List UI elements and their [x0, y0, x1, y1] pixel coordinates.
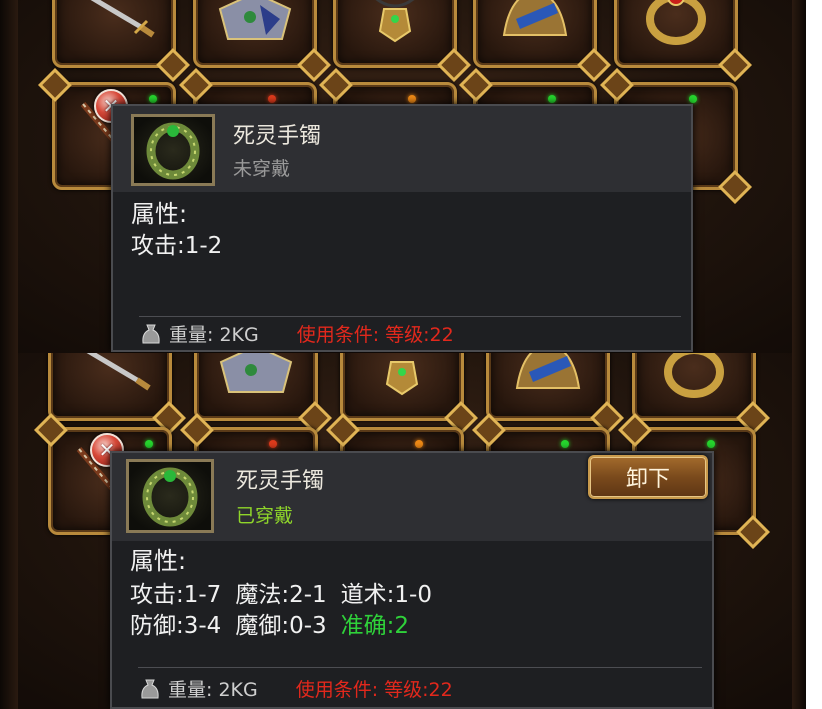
attributes-heading: 属性: [131, 200, 188, 228]
ring-icon [664, 353, 724, 398]
attribute-value: 魔法:2-1 [235, 582, 327, 608]
ring-icon [646, 0, 706, 45]
attribute-value: 魔御:0-3 [235, 613, 327, 639]
weight-bag-icon [142, 324, 160, 343]
armor-icon [219, 353, 293, 393]
equip-slot-weapon[interactable] [48, 353, 172, 421]
attribute-value: 攻击:1-2 [131, 233, 223, 259]
tooltip-divider [138, 667, 702, 668]
attribute-row: 防御:3-4 魔御:0-3 准确:2 [130, 606, 423, 640]
slot-status-dot [707, 440, 715, 448]
attribute-row: 攻击:1-2 [131, 226, 236, 260]
slot-status-dot [408, 95, 416, 103]
panel-right-edge [792, 353, 806, 709]
slot-status-dot [689, 95, 697, 103]
tooltip-footer: 重量: 2KG 使用条件: 等级:22 [140, 675, 453, 702]
equip-slot-necklace[interactable] [340, 353, 464, 421]
panel-left-edge [0, 0, 18, 353]
bracelet-icon [142, 467, 198, 527]
weight-bag-icon [141, 679, 159, 698]
equip-slot-armor[interactable] [193, 0, 317, 68]
attribute-value: 防御:3-4 [130, 613, 222, 639]
slot-status-dot [149, 95, 157, 103]
attribute-row: 攻击:1-7 魔法:2-1 道术:1-0 [130, 575, 446, 609]
equip-slot-necklace[interactable] [333, 0, 457, 68]
helmet-icon [515, 353, 581, 389]
tooltip-divider [139, 316, 681, 317]
slot-status-dot [548, 95, 556, 103]
item-equip-status: 已穿戴 [236, 505, 294, 527]
item-requirement: 使用条件: 等级:22 [295, 679, 453, 701]
item-weight: 重量: 2KG [168, 679, 258, 701]
attribute-value: 准确:2 [340, 613, 410, 639]
necklace-icon [375, 0, 415, 43]
item-name: 死灵手镯 [233, 124, 322, 149]
item-equip-status: 未穿戴 [233, 158, 291, 180]
item-name: 死灵手镯 [236, 469, 325, 494]
necklace-icon [385, 361, 419, 396]
slot-status-dot [415, 440, 423, 448]
tooltip-footer: 重量: 2KG 使用条件: 等级:22 [141, 320, 454, 347]
panel-left-edge [0, 353, 18, 709]
item-weight: 重量: 2KG [169, 324, 259, 346]
equip-slot-ring[interactable] [614, 0, 738, 68]
sword-icon [90, 0, 155, 38]
attribute-value: 攻击:1-7 [130, 582, 222, 608]
item-thumbnail [131, 114, 215, 186]
equipment-panel-top: ✕ 死灵手镯 未穿戴 属性: 攻击:1-2 重量: 2KG 使用条件: 等级:2… [0, 0, 806, 353]
equipment-panel-bottom: ✕ 死灵手镯 已穿戴 卸下 属性: 攻击:1-7 魔法:2-1 道术:1-0 防御:3… [0, 353, 806, 709]
bracelet-icon [146, 122, 200, 180]
panel-right-edge [792, 0, 806, 353]
attribute-value: 道术:1-0 [340, 582, 432, 608]
equip-slot-helmet[interactable] [473, 0, 597, 68]
item-requirement: 使用条件: 等级:22 [296, 324, 454, 346]
helmet-icon [502, 0, 568, 36]
unequip-button[interactable]: 卸下 [588, 455, 708, 499]
equip-slot-weapon[interactable] [52, 0, 176, 68]
item-tooltip: 死灵手镯 未穿戴 属性: 攻击:1-2 重量: 2KG 使用条件: 等级:22 [111, 104, 693, 352]
equip-slot-armor[interactable] [194, 353, 318, 421]
slot-status-dot [561, 440, 569, 448]
armor-icon [218, 0, 292, 40]
equip-slot-helmet[interactable] [486, 353, 610, 421]
item-thumbnail [126, 459, 214, 533]
slot-status-dot [269, 440, 277, 448]
slot-status-dot [268, 95, 276, 103]
sword-icon [86, 353, 151, 391]
slot-status-dot [145, 440, 153, 448]
equip-slot-ring[interactable] [632, 353, 756, 421]
item-tooltip: 死灵手镯 已穿戴 卸下 属性: 攻击:1-7 魔法:2-1 道术:1-0 防御:3-4… [110, 451, 714, 709]
attributes-heading: 属性: [130, 547, 187, 575]
